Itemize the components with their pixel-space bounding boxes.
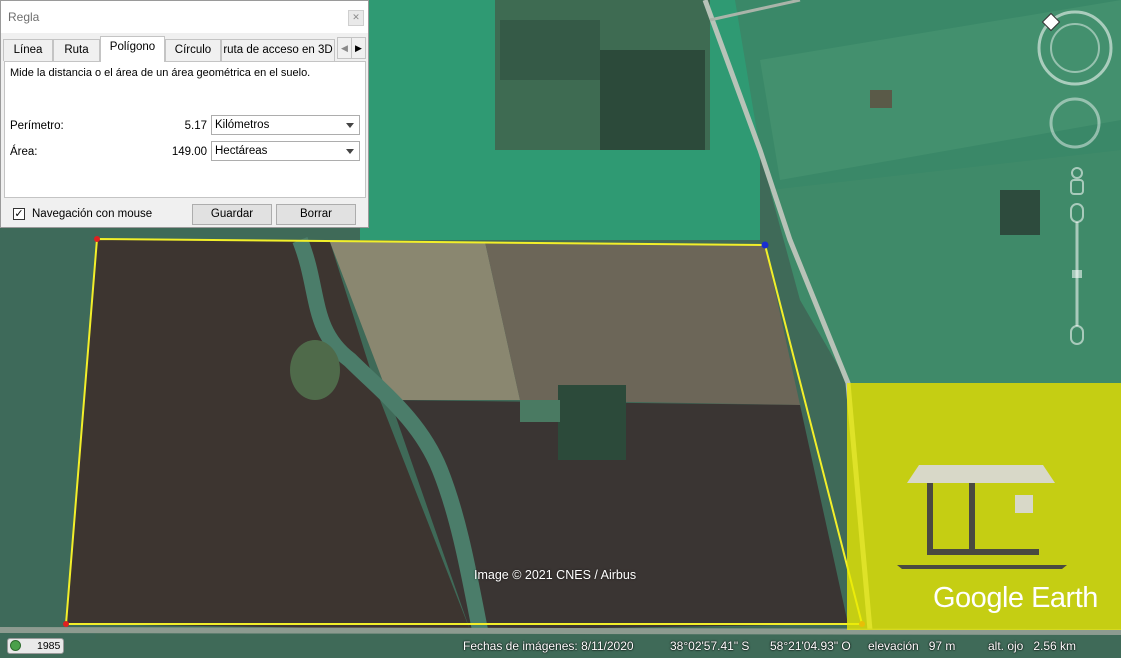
elevation-readout: elevación 97 m: [868, 639, 956, 653]
street-view-icon[interactable]: [1070, 167, 1084, 195]
polygon-vertex[interactable]: [94, 236, 100, 242]
area-label: Área:: [10, 146, 38, 158]
latitude-readout: 38°02'57.41" S: [670, 639, 750, 653]
perimeter-unit-value: Kilómetros: [215, 119, 270, 131]
panel-description: Mide la distancia o el área de un área g…: [10, 67, 311, 79]
area-value: 149.00: [171, 146, 207, 158]
close-button[interactable]: ✕: [348, 10, 364, 26]
mouse-nav-checkbox[interactable]: ✓: [13, 208, 25, 220]
close-icon: ✕: [352, 12, 360, 22]
tree-grove: [558, 385, 626, 460]
tab-bar: Línea Ruta Polígono Círculo ruta de acce…: [3, 36, 368, 62]
tab-scroll-left-icon[interactable]: ◀: [337, 37, 352, 59]
imagery-year: 1985: [37, 640, 61, 652]
road-bottom: [0, 627, 1121, 635]
imagery-attribution: Image © 2021 CNES / Airbus: [474, 568, 637, 582]
clear-button[interactable]: Borrar: [276, 204, 356, 225]
google-earth-logo: Google Earth: [933, 582, 1098, 614]
perimeter-value: 5.17: [184, 120, 207, 132]
tab-scroll-right-icon[interactable]: ▶: [351, 37, 366, 59]
mouse-nav-label[interactable]: Navegación con mouse: [32, 208, 152, 220]
perimeter-label: Perímetro:: [10, 120, 64, 132]
tab-poligono[interactable]: Polígono: [100, 36, 165, 62]
imagery-date: Fechas de imágenes: 8/11/2020: [463, 639, 634, 653]
zoom-slider[interactable]: [1070, 203, 1084, 345]
grey-field: [485, 242, 800, 405]
chevron-down-icon: [346, 123, 354, 128]
polygon-vertex[interactable]: [761, 241, 769, 249]
move-control[interactable]: [1049, 97, 1101, 149]
checkmark-icon: ✓: [14, 208, 24, 220]
tab-circulo[interactable]: Círculo: [165, 39, 221, 61]
navigation-controls[interactable]: [1035, 8, 1121, 358]
ruler-dialog: Regla ✕ Línea Ruta Polígono Círculo ruta…: [0, 0, 369, 228]
tab-ruta[interactable]: Ruta: [53, 39, 100, 61]
globe-icon: [10, 640, 21, 651]
polygon-panel: Mide la distancia o el área de un área g…: [4, 61, 366, 198]
area-unit-value: Hectáreas: [215, 145, 268, 157]
polygon-vertex[interactable]: [63, 621, 69, 627]
tab-linea[interactable]: Línea: [3, 39, 53, 61]
dialog-titlebar[interactable]: Regla ✕: [1, 1, 368, 33]
tab-ruta-3d[interactable]: ruta de acceso en 3D: [221, 39, 335, 61]
dialog-title: Regla: [8, 10, 40, 24]
chevron-down-icon: [346, 149, 354, 154]
historical-imagery-badge[interactable]: 1985: [7, 638, 64, 654]
perimeter-unit-select[interactable]: Kilómetros: [211, 115, 360, 135]
eye-altitude-readout: alt. ojo 2.56 km: [988, 639, 1077, 653]
save-button[interactable]: Guardar: [192, 204, 272, 225]
longitude-readout: 58°21'04.93" O: [770, 639, 851, 653]
area-unit-select[interactable]: Hectáreas: [211, 141, 360, 161]
